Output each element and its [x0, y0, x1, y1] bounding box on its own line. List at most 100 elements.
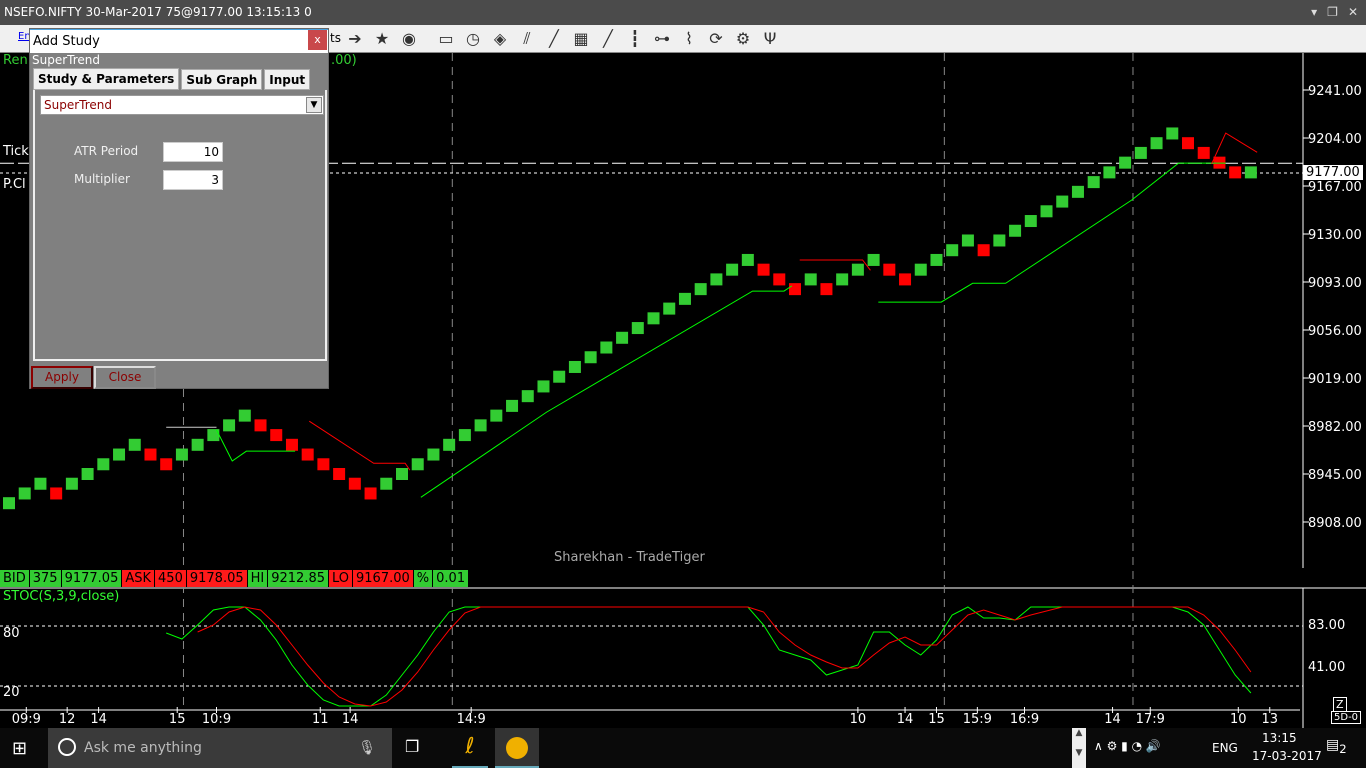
renko-brick [726, 263, 739, 276]
renko-brick [616, 331, 629, 344]
apply-button[interactable]: Apply [31, 366, 93, 389]
price-tick-label: 9056.00 [1308, 324, 1362, 339]
shield-icon[interactable]: ◈ [489, 28, 511, 50]
fork-icon[interactable]: Ψ [759, 28, 781, 50]
line-icon[interactable]: ╱ [543, 28, 565, 50]
renko-brick [883, 263, 896, 276]
renko-brick [65, 477, 78, 490]
gear-remove-icon[interactable]: ⚙ [732, 28, 754, 50]
stopwatch-icon[interactable]: ◷ [462, 28, 484, 50]
time-tick-label: 09:9 [12, 712, 41, 727]
time-tick-label: 10 [1230, 712, 1247, 727]
time-tick-label: 15 [169, 712, 186, 727]
clock-date[interactable]: 17-03-2017 [1252, 749, 1322, 763]
renko-brick [899, 273, 912, 286]
clock-time[interactable]: 13:15 [1262, 731, 1297, 745]
renko-brick [773, 273, 786, 286]
arrow-right-icon[interactable]: ➔ [344, 28, 366, 50]
renko-brick [301, 448, 314, 461]
close-dialog-button[interactable]: Close [94, 366, 156, 389]
renko-brick [1040, 205, 1053, 218]
stoch-series-line [197, 606, 1252, 707]
stoch-left-tick: 80 [3, 626, 20, 641]
renko-brick [427, 448, 440, 461]
fibonacci-icon[interactable]: ▦ [570, 28, 592, 50]
windows-start-icon[interactable]: ⊞ [12, 738, 27, 759]
task-view-icon[interactable]: ❐ [405, 737, 419, 756]
zigzag-icon[interactable]: ⌇ [678, 28, 700, 50]
dropdown-icon[interactable]: ▾ [1311, 0, 1317, 25]
atr-period-input[interactable]: 10 [163, 142, 223, 162]
renko-brick [175, 448, 188, 461]
study-select-value: SuperTrend [44, 98, 112, 112]
chevron-down-icon[interactable]: ▼ [306, 97, 322, 113]
app-icon-tradetiger[interactable]: ℓ [452, 734, 488, 768]
multiplier-label: Multiplier [74, 172, 130, 186]
watermark: Sharekhan - TradeTiger [554, 550, 705, 565]
time-tick-label: 15 [928, 712, 945, 727]
renko-brick [867, 253, 880, 266]
renko-brick [741, 253, 754, 266]
new-window-icon[interactable]: ▭ [435, 28, 457, 50]
renko-brick [490, 409, 503, 422]
renko-brick [34, 477, 47, 490]
renko-brick [50, 487, 63, 500]
renko-brick [1024, 215, 1037, 228]
renko-brick [348, 477, 361, 490]
renko-brick [678, 292, 691, 305]
stoch-right-tick: 83.00 [1308, 618, 1345, 633]
tick-label: Tick [3, 144, 29, 159]
trend-line-icon[interactable]: ╱ [597, 28, 619, 50]
renko-brick [474, 419, 487, 432]
zoom-button[interactable]: Z [1333, 697, 1347, 712]
toolbar-partial-label[interactable]: ts [330, 31, 341, 45]
renko-brick [1197, 146, 1210, 159]
parallel-lines-icon[interactable]: ⫽ [516, 28, 538, 50]
renko-brick [285, 438, 298, 451]
multiplier-input[interactable]: 3 [163, 170, 223, 190]
renko-brick [977, 244, 990, 257]
renko-brick [647, 312, 660, 325]
quote-cell: 9178.05 [186, 570, 248, 587]
app-icon-sharekhan[interactable] [495, 728, 539, 768]
dialog-title: Add Study [30, 29, 328, 53]
study-select[interactable]: SuperTrend ▼ [40, 95, 324, 115]
restore-button[interactable]: ❐ [1327, 0, 1338, 25]
tab-input[interactable]: Input [264, 69, 311, 90]
time-tick-label: 16:9 [1010, 712, 1039, 727]
renko-brick [553, 370, 566, 383]
time-tick-label: 14 [90, 712, 107, 727]
star-icon[interactable]: ★ [371, 28, 393, 50]
horizontal-link-icon[interactable]: ⊶ [651, 28, 673, 50]
renko-brick [317, 458, 330, 471]
search-input[interactable]: Ask me anything 🎙 [48, 728, 392, 768]
refresh-icon[interactable]: ⟳ [705, 28, 727, 50]
renko-brick [238, 409, 251, 422]
quote-cell: 450 [155, 570, 187, 587]
tab-sub-graph[interactable]: Sub Graph [181, 69, 263, 90]
renko-brick [993, 234, 1006, 247]
add-study-dialog: Add Study x SuperTrend Study & Parameter… [29, 28, 329, 389]
close-button[interactable]: ✕ [1348, 0, 1358, 25]
period-label[interactable]: 5D-0 [1331, 711, 1362, 724]
vertical-line-icon[interactable]: ┇ [624, 28, 646, 50]
notification-count: 2 [1339, 741, 1347, 756]
language-indicator[interactable]: ENG [1212, 741, 1238, 755]
eye-calendar-icon[interactable]: ◉ [398, 28, 420, 50]
renko-brick [694, 283, 707, 296]
tab-study-parameters[interactable]: Study & Parameters [33, 68, 180, 90]
parameters-panel: SuperTrend ▼ ATR Period 10 Multiplier 3 [33, 90, 327, 361]
renko-brick [1056, 195, 1069, 208]
renko-brick [333, 468, 346, 480]
notifications-icon[interactable]: ▤2 [1326, 737, 1347, 756]
scroll-arrows[interactable]: ▲ ▼ [1072, 728, 1086, 768]
renko-brick [961, 234, 974, 247]
tray-icons[interactable]: ∧ ⚙ ▮ ◔ 🔊 [1094, 739, 1161, 753]
renko-brick [930, 253, 943, 266]
renko-brick [1087, 176, 1100, 189]
microphone-icon[interactable]: 🎙 [358, 728, 376, 768]
quote-bar: BID 375 9177.05 ASK 450 9178.05 HI 9212.85 LO 916… [0, 570, 470, 587]
renko-brick [411, 458, 424, 471]
dialog-close-button[interactable]: x [308, 30, 327, 50]
renko-brick [18, 487, 31, 500]
